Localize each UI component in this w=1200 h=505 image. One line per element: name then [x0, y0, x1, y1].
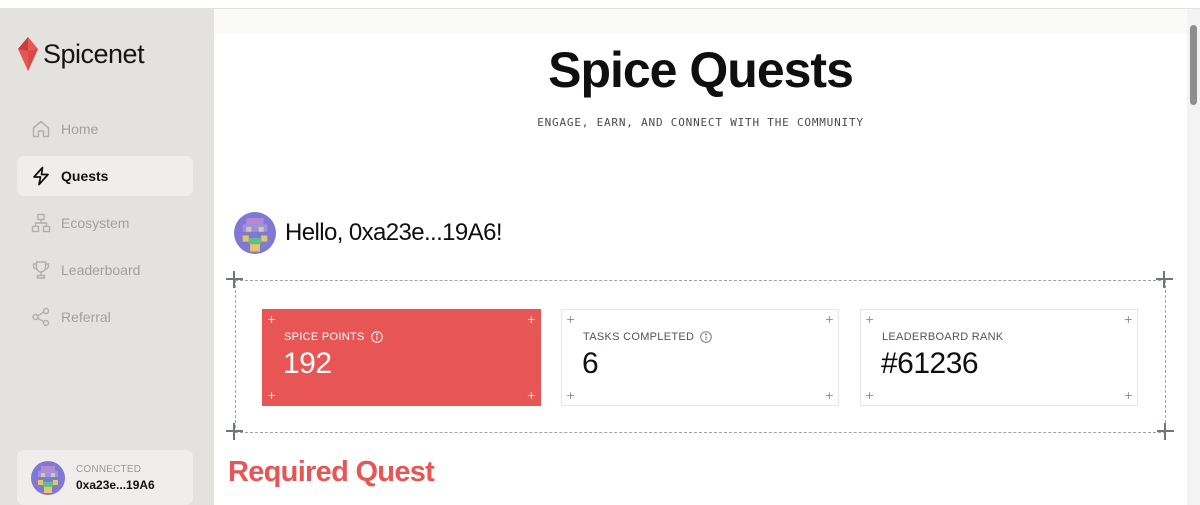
scrollbar-thumb[interactable]	[1190, 25, 1197, 105]
wallet-address: 0xa23e...19A6	[76, 477, 155, 492]
sidebar-item-referral[interactable]: Referral	[17, 297, 193, 337]
plus-icon: +	[865, 313, 875, 326]
corner-plus-icon	[226, 271, 243, 288]
plus-icon: +	[824, 389, 834, 402]
main-content: Spice Quests ENGAGE, EARN, AND CONNECT W…	[214, 9, 1187, 505]
hierarchy-icon	[31, 213, 51, 233]
page-title: Spice Quests	[548, 42, 854, 98]
sidebar-nav: Home Quests Ecosystem Leaderboard Referr…	[17, 109, 193, 344]
stat-label-text: SPICE POINTS	[284, 331, 365, 343]
stat-card-leaderboard-rank: + + + + LEADERBOARD RANK #61236	[860, 309, 1138, 406]
sidebar-item-label: Referral	[61, 309, 111, 325]
corner-plus-icon	[1156, 271, 1173, 288]
wallet-connection[interactable]: CONNECTED 0xa23e...19A6	[17, 450, 193, 505]
plus-icon: +	[1123, 313, 1133, 326]
stat-value: 6	[582, 347, 599, 380]
corner-plus-icon	[226, 423, 243, 440]
section-title: Required Quest	[228, 456, 435, 488]
sidebar-item-ecosystem[interactable]: Ecosystem	[17, 203, 193, 243]
greeting-text: Hello, 0xa23e...19A6!	[285, 219, 502, 246]
stat-value: #61236	[881, 347, 979, 380]
stat-label-text: LEADERBOARD RANK	[882, 331, 1004, 343]
share-icon	[32, 307, 50, 327]
sidebar-item-label: Quests	[61, 168, 109, 184]
sidebar: Spicenet Home Quests Ecosystem Leaderboa…	[0, 9, 214, 505]
brand-name: Spicenet	[43, 38, 145, 69]
sidebar-item-home[interactable]: Home	[17, 109, 193, 149]
sidebar-item-label: Home	[61, 121, 99, 137]
spicenet-logo-icon	[18, 37, 38, 71]
stat-label-text: TASKS COMPLETED	[583, 331, 695, 343]
main-top-strip	[214, 9, 1187, 34]
avatar	[31, 460, 65, 495]
plus-icon: +	[526, 313, 536, 326]
stat-card-spice-points: + + + + SPICE POINTS 192	[262, 309, 541, 406]
sidebar-item-quests[interactable]: Quests	[17, 156, 193, 196]
stat-card-tasks-completed: + + + + TASKS COMPLETED 6	[561, 309, 839, 406]
lightning-icon	[33, 166, 49, 186]
plus-icon: +	[824, 313, 834, 326]
plus-icon: +	[267, 313, 277, 326]
home-icon	[32, 120, 50, 138]
plus-icon: +	[267, 389, 277, 402]
stat-label: LEADERBOARD RANK	[882, 331, 1004, 343]
user-greeting: Hello, 0xa23e...19A6!	[234, 212, 502, 254]
plus-icon: +	[865, 389, 875, 402]
plus-icon: +	[1123, 389, 1133, 402]
page-subtitle: ENGAGE, EARN, AND CONNECT WITH THE COMMU…	[537, 116, 864, 129]
sidebar-item-leaderboard[interactable]: Leaderboard	[17, 250, 193, 290]
plus-icon: +	[566, 389, 576, 402]
trophy-icon	[32, 261, 50, 279]
scrollbar[interactable]	[1187, 9, 1200, 505]
info-icon[interactable]	[700, 331, 713, 343]
sidebar-item-label: Ecosystem	[61, 215, 130, 231]
stat-value: 192	[283, 347, 332, 380]
browser-top-edge	[0, 0, 1200, 9]
wallet-status: CONNECTED	[76, 463, 142, 475]
plus-icon: +	[566, 313, 576, 326]
info-icon[interactable]	[370, 331, 383, 343]
wallet-info: CONNECTED 0xa23e...19A6	[76, 464, 155, 492]
plus-icon: +	[526, 389, 536, 402]
sidebar-item-label: Leaderboard	[61, 262, 141, 278]
avatar	[234, 212, 276, 254]
corner-plus-icon	[1157, 423, 1174, 440]
stat-label: TASKS COMPLETED	[583, 331, 713, 343]
stat-label: SPICE POINTS	[284, 331, 383, 343]
brand-logo[interactable]: Spicenet	[16, 37, 145, 71]
